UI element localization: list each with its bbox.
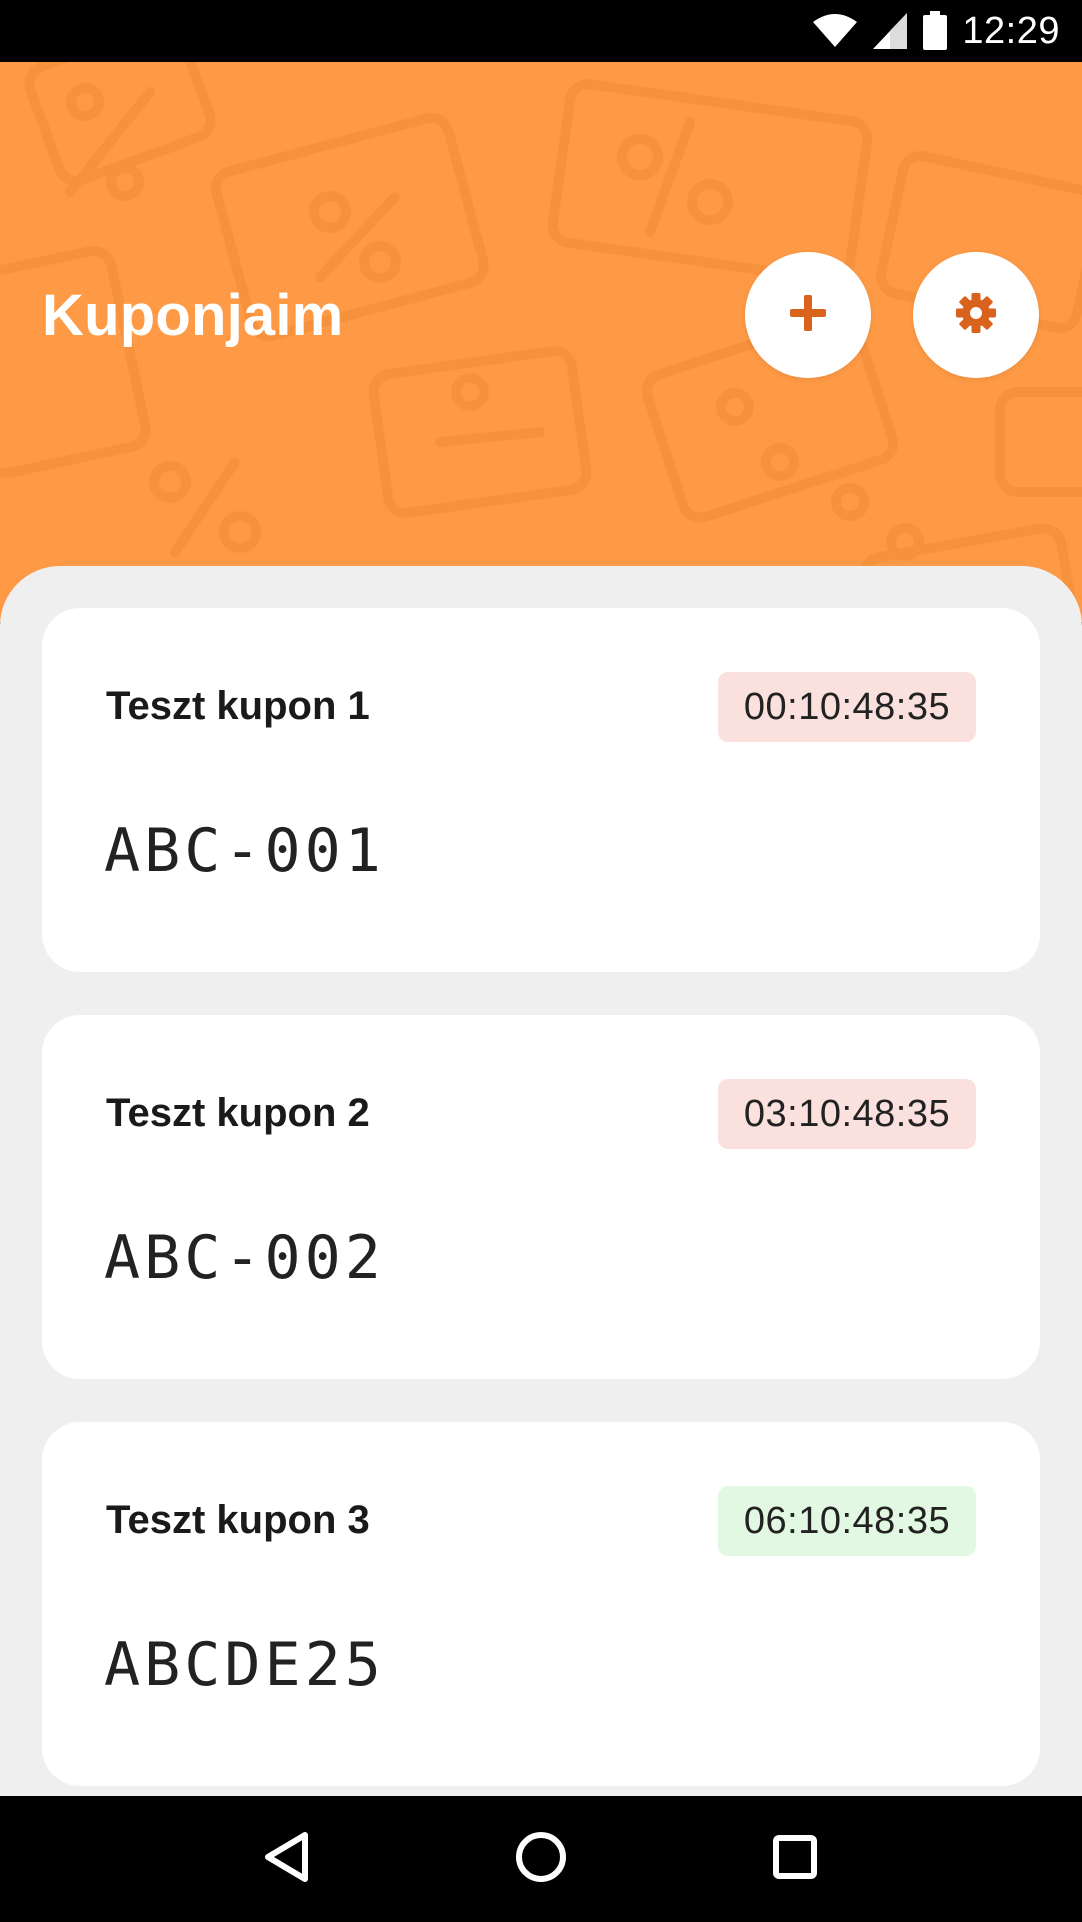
status-time: 12:29 [962,9,1060,52]
navigation-bar [0,1796,1082,1922]
header: Kuponjaim [0,62,1082,622]
coupon-code: ABC-002 [104,1223,385,1293]
coupon-code: ABC-001 [104,816,385,886]
plus-icon [788,293,828,338]
add-coupon-button[interactable] [745,252,871,378]
app-screen: 12:29 Kuponjaim Teszt kupon 1 00:10:48:3… [0,0,1082,1922]
coupon-name: Teszt kupon 2 [106,1091,370,1135]
home-button[interactable] [486,1804,596,1914]
status-bar: 12:29 [0,0,1082,62]
back-icon [263,1831,311,1888]
gear-icon [955,292,997,339]
coupon-countdown-badge: 03:10:48:35 [718,1079,976,1149]
coupon-name: Teszt kupon 3 [106,1498,370,1542]
settings-button[interactable] [913,252,1039,378]
wifi-icon [812,14,858,48]
recents-button[interactable] [740,1804,850,1914]
coupon-card[interactable]: Teszt kupon 3 06:10:48:35 ABCDE25 [42,1422,1040,1786]
coupon-countdown-badge: 06:10:48:35 [718,1486,976,1556]
battery-icon [922,11,948,51]
page-title: Kuponjaim [42,283,344,348]
coupon-list: Teszt kupon 1 00:10:48:35 ABC-001 Teszt … [0,566,1082,1796]
signal-icon [872,12,908,50]
coupon-name: Teszt kupon 1 [106,684,370,728]
coupon-card[interactable]: Teszt kupon 2 03:10:48:35 ABC-002 [42,1015,1040,1379]
home-icon [514,1830,568,1889]
coupon-code: ABCDE25 [104,1630,385,1700]
coupon-card[interactable]: Teszt kupon 1 00:10:48:35 ABC-001 [42,608,1040,972]
recents-icon [772,1834,818,1885]
coupon-countdown-badge: 00:10:48:35 [718,672,976,742]
back-button[interactable] [232,1804,342,1914]
